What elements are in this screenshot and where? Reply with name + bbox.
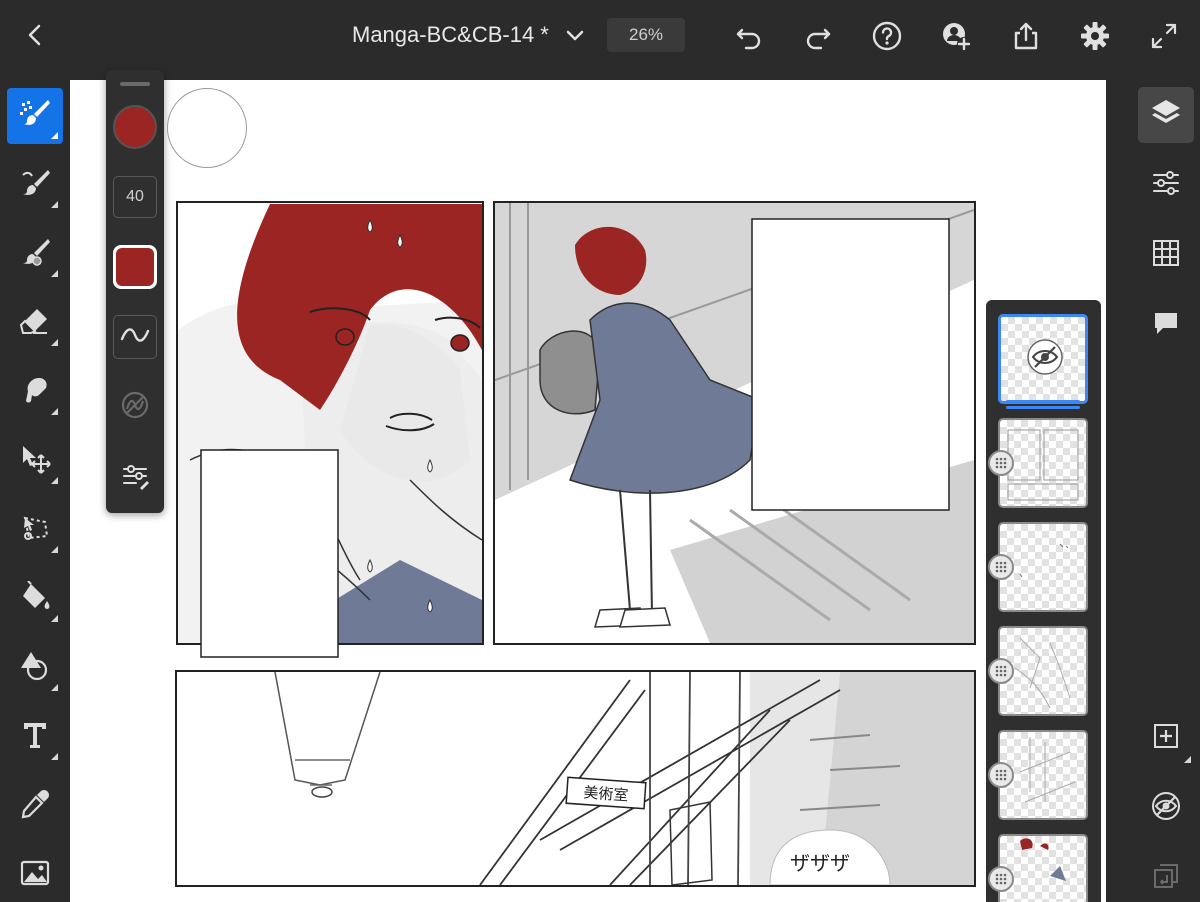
- help-icon[interactable]: [869, 18, 905, 54]
- eyedropper-icon: [19, 788, 51, 825]
- fill-bucket-icon: [19, 579, 51, 618]
- eraser-tool[interactable]: [7, 295, 63, 351]
- text-tool[interactable]: [7, 709, 63, 765]
- pressure-icon: [120, 390, 150, 425]
- lasso-icon: [19, 512, 51, 549]
- live-brush-tool[interactable]: [7, 157, 63, 213]
- canvas-area[interactable]: 美術室 ザザザ: [70, 70, 1135, 902]
- merge-layer-button[interactable]: [1138, 850, 1194, 902]
- fill-tool[interactable]: [7, 571, 63, 627]
- place-image-tool[interactable]: [7, 847, 63, 902]
- hide-layer-button[interactable]: [1138, 780, 1194, 836]
- merge-down-icon: [1151, 861, 1181, 896]
- comment-icon: [1151, 308, 1181, 343]
- smoothing-button[interactable]: [113, 315, 157, 359]
- left-toolbar: [0, 70, 70, 902]
- selection-tool[interactable]: [7, 502, 63, 558]
- layer-properties-button[interactable]: [1138, 157, 1194, 213]
- manga-artwork: 美術室 ザザザ: [175, 201, 976, 887]
- art-room-sign: 美術室: [583, 783, 629, 804]
- eyedropper-tool[interactable]: [7, 778, 63, 834]
- redo-icon[interactable]: [800, 18, 836, 54]
- smudge-icon: [19, 374, 51, 411]
- layer-clip-badge[interactable]: [988, 554, 1014, 580]
- brush-properties-panel: 40: [106, 70, 164, 513]
- grid-button[interactable]: [1138, 227, 1194, 283]
- eye-off-icon: [1150, 790, 1182, 827]
- back-icon[interactable]: [20, 20, 50, 50]
- sliders-icon: [1151, 168, 1181, 203]
- document-title[interactable]: Manga-BC&CB-14 *: [352, 22, 549, 48]
- layers-panel: [986, 300, 1101, 902]
- panel-3: 美術室 ザザザ: [175, 670, 976, 887]
- brush-color-preview[interactable]: [113, 105, 157, 149]
- speech-box-1: [200, 449, 339, 658]
- color-swatch-button[interactable]: [113, 245, 157, 289]
- panel-1: [176, 201, 484, 658]
- layer-hidden-icon: [1025, 337, 1065, 382]
- layer-clip-badge[interactable]: [988, 450, 1014, 476]
- share-icon[interactable]: [1008, 18, 1044, 54]
- brush-size-field[interactable]: 40: [113, 176, 157, 218]
- layer-clip-badge[interactable]: [988, 658, 1014, 684]
- chevron-down-icon[interactable]: [562, 22, 588, 48]
- brush-settings-icon: [120, 460, 150, 495]
- sfx-text: ザザザ: [790, 851, 850, 875]
- top-bar: Manga-BC&CB-14 * 26%: [0, 0, 1200, 70]
- pixel-brush-icon: [18, 97, 52, 136]
- fullscreen-icon[interactable]: [1146, 18, 1182, 54]
- smudge-tool[interactable]: [7, 364, 63, 420]
- eraser-icon: [19, 305, 51, 342]
- grid-icon: [1151, 238, 1181, 273]
- comments-button[interactable]: [1138, 297, 1194, 353]
- vector-brush-tool[interactable]: [7, 226, 63, 282]
- speech-box-2: [751, 218, 950, 511]
- layer-thumbnail-1[interactable]: [998, 314, 1088, 404]
- transform-tool[interactable]: [7, 433, 63, 489]
- brush-settings-button[interactable]: [113, 455, 157, 499]
- vector-brush-icon: [19, 236, 51, 273]
- zoom-level[interactable]: 26%: [607, 18, 685, 52]
- shapes-tool[interactable]: [7, 640, 63, 696]
- manga-page[interactable]: 美術室 ザザザ: [70, 80, 1106, 902]
- fresco-app: Manga-BC&CB-14 * 26% 美術室 ザザザ 40: [0, 0, 1200, 902]
- layer-clip-badge[interactable]: [988, 866, 1014, 892]
- text-icon: [19, 719, 51, 756]
- brush-size-preview: [167, 88, 247, 168]
- shapes-icon: [19, 650, 51, 687]
- selection-indicator: [1006, 406, 1080, 409]
- pressure-button[interactable]: [113, 385, 157, 429]
- add-layer-icon: [1151, 721, 1181, 756]
- layers-icon: [1150, 97, 1182, 134]
- add-layer-button[interactable]: [1138, 710, 1194, 766]
- move-icon: [19, 443, 51, 480]
- layers-button[interactable]: [1138, 87, 1194, 143]
- selection-indicator: [1006, 400, 1080, 403]
- right-toolbar: [1135, 70, 1200, 902]
- layer-clip-badge[interactable]: [988, 762, 1014, 788]
- pixel-brush-tool[interactable]: [7, 88, 63, 144]
- panel-2: [493, 201, 976, 645]
- panel-grabber[interactable]: [120, 82, 150, 86]
- undo-icon[interactable]: [731, 18, 767, 54]
- settings-icon[interactable]: [1077, 18, 1113, 54]
- smoothing-icon: [120, 325, 150, 350]
- invite-user-icon[interactable]: [938, 18, 974, 54]
- layer-thumbnail-6[interactable]: [998, 834, 1088, 902]
- live-brush-icon: [19, 167, 51, 204]
- image-icon: [19, 857, 51, 894]
